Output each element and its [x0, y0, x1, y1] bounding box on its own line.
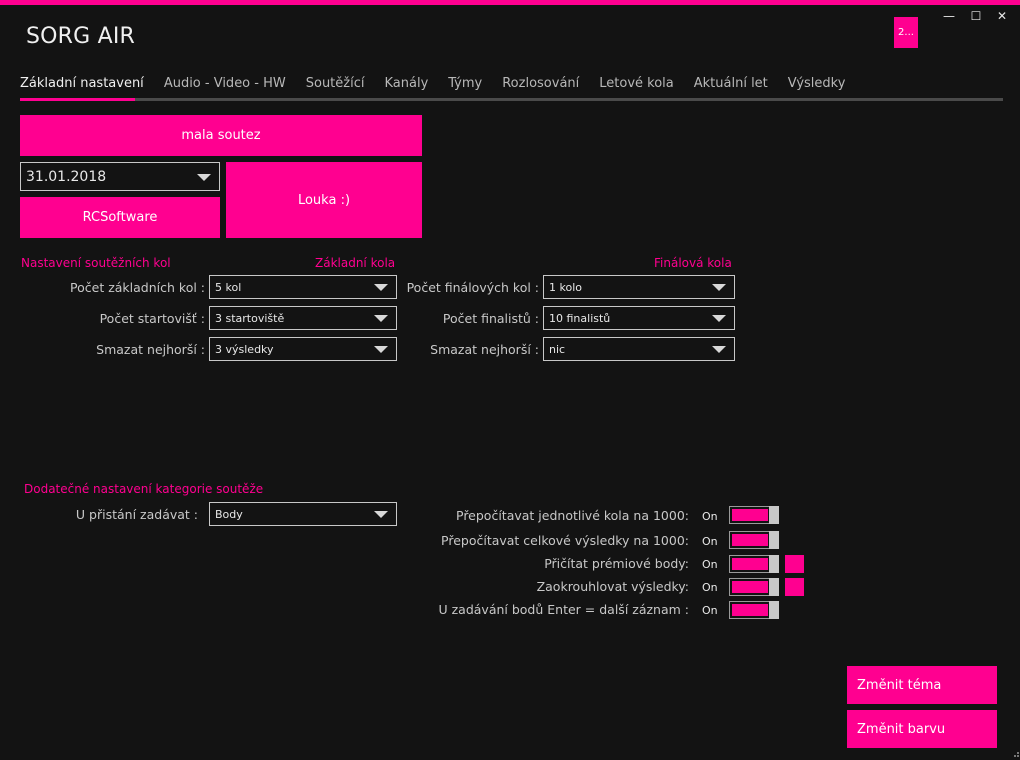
recalc-rounds-toggle[interactable]: [729, 506, 779, 524]
tab-flight-rounds[interactable]: Letové kola: [599, 74, 673, 101]
tab-draw[interactable]: Rozlosování: [502, 74, 579, 101]
finalists-count-label: Počet finalistů :: [442, 311, 539, 326]
premium-points-toggle[interactable]: [729, 555, 779, 573]
toggle-knob: [769, 555, 779, 573]
round-results-toggle[interactable]: [729, 578, 779, 596]
finalists-count-select[interactable]: 10 finalistů: [543, 306, 735, 330]
toggle-fill: [732, 558, 768, 570]
tabs-underline: [20, 98, 1003, 101]
date-picker[interactable]: 31.01.2018: [20, 162, 220, 191]
tab-current-flight[interactable]: Aktuální let: [694, 74, 768, 101]
toggle-knob: [769, 601, 779, 619]
minimize-icon[interactable]: —: [942, 9, 956, 23]
app-title: SORG AIR: [26, 24, 136, 49]
final-rounds-count-value: 1 kolo: [549, 280, 582, 294]
final-drop-worst-select[interactable]: nic: [543, 337, 735, 361]
date-value: 31.01.2018: [26, 168, 107, 185]
chevron-down-icon: [197, 173, 211, 181]
premium-points-label: Přičítat prémiové body:: [544, 556, 689, 571]
change-theme-button[interactable]: Změnit téma: [847, 666, 997, 704]
chevron-down-icon: [374, 315, 388, 322]
user-badge-button[interactable]: 2...: [894, 17, 918, 48]
competition-name-button[interactable]: mala soutez: [20, 115, 422, 156]
toggle-knob: [769, 506, 779, 524]
premium-points-settings-button[interactable]: [785, 555, 804, 573]
landing-input-label: U přistání zadávat :: [75, 507, 198, 522]
chevron-down-icon: [374, 511, 388, 518]
round-results-label: Zaokrouhlovat výsledky:: [536, 579, 689, 594]
enter-next-toggle[interactable]: [729, 601, 779, 619]
recalc-total-label: Přepočítavat celkové výsledky na 1000:: [441, 533, 689, 548]
accent-top-bar: [0, 0, 1020, 5]
final-drop-worst-value: nic: [549, 342, 566, 356]
final-drop-worst-label: Smazat nejhorší :: [430, 342, 539, 357]
basic-rounds-count-select[interactable]: 5 kol: [209, 275, 397, 299]
tab-channels[interactable]: Kanály: [384, 74, 428, 101]
recalc-rounds-state: On: [702, 510, 718, 523]
basic-rounds-count-label: Počet základních kol :: [70, 280, 205, 295]
tab-competitors[interactable]: Soutěžící: [306, 74, 365, 101]
recalc-total-toggle[interactable]: [729, 531, 779, 549]
basic-rounds-title: Základní kola: [315, 256, 396, 270]
tab-basic-settings[interactable]: Základní nastavení: [20, 74, 144, 101]
rounds-section-title: Nastavení soutěžních kol: [21, 256, 171, 270]
active-tab-indicator: [20, 98, 135, 101]
close-icon[interactable]: ✕: [995, 9, 1009, 23]
finalists-count-value: 10 finalistů: [549, 311, 611, 325]
chevron-down-icon: [712, 315, 726, 322]
resize-grip-icon[interactable]: [1012, 750, 1020, 758]
basic-drop-worst-value: 3 výsledky: [215, 342, 274, 356]
final-rounds-title: Finálová kola: [654, 256, 732, 270]
round-results-state: On: [702, 581, 718, 594]
tab-audio-video-hw[interactable]: Audio - Video - HW: [164, 74, 286, 101]
location-button[interactable]: Louka :): [226, 162, 422, 238]
start-positions-label: Počet startovišť :: [99, 311, 205, 326]
tab-results[interactable]: Výsledky: [788, 74, 846, 101]
chevron-down-icon: [374, 284, 388, 291]
chevron-down-icon: [374, 346, 388, 353]
basic-rounds-count-value: 5 kol: [215, 280, 242, 294]
chevron-down-icon: [712, 346, 726, 353]
basic-drop-worst-select[interactable]: 3 výsledky: [209, 337, 397, 361]
change-color-button[interactable]: Změnit barvu: [847, 710, 997, 748]
toggle-knob: [769, 531, 779, 549]
tab-teams[interactable]: Týmy: [448, 74, 482, 101]
basic-drop-worst-label: Smazat nejhorší :: [96, 342, 205, 357]
recalc-rounds-label: Přepočítavat jednotlivé kola na 1000:: [456, 508, 689, 523]
enter-next-state: On: [702, 604, 718, 617]
main-tabs: Základní nastavení Audio - Video - HW So…: [20, 74, 865, 101]
final-rounds-count-select[interactable]: 1 kolo: [543, 275, 735, 299]
premium-points-state: On: [702, 558, 718, 571]
recalc-total-state: On: [702, 535, 718, 548]
start-positions-select[interactable]: 3 startoviště: [209, 306, 397, 330]
maximize-icon[interactable]: ☐: [969, 9, 983, 23]
toggle-knob: [769, 578, 779, 596]
landing-input-select[interactable]: Body: [209, 502, 397, 526]
chevron-down-icon: [712, 284, 726, 291]
landing-input-value: Body: [215, 507, 243, 521]
start-positions-value: 3 startoviště: [215, 311, 285, 325]
final-rounds-count-label: Počet finálových kol :: [406, 280, 539, 295]
extra-section-title: Dodatečné nastavení kategorie soutěže: [24, 482, 264, 496]
toggle-fill: [732, 509, 768, 521]
toggle-fill: [732, 534, 768, 546]
organizer-button[interactable]: RCSoftware: [20, 197, 220, 238]
toggle-fill: [732, 581, 768, 593]
round-results-settings-button[interactable]: [785, 578, 804, 596]
toggle-fill: [732, 604, 768, 616]
enter-next-label: U zadávání bodů Enter = další záznam :: [438, 602, 689, 617]
